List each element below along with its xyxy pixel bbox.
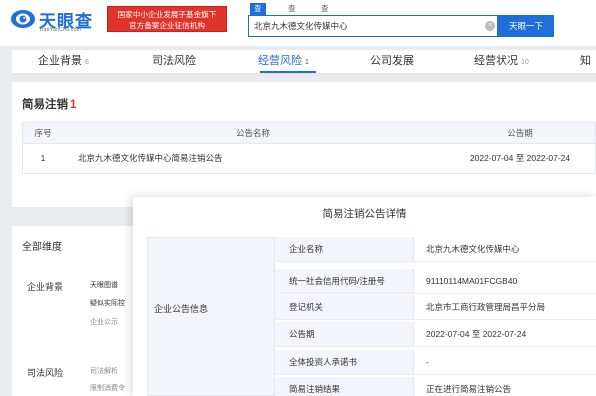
tab-label: 知 — [580, 55, 591, 67]
section-title-text: 简易注销 — [22, 99, 68, 111]
deregistration-detail-modal: 简易注销公告详情 企业公告信息 企业名称 北京九木德文化传媒中心 统一社会信用代… — [133, 197, 596, 396]
tab-company-background[interactable]: 企业背景 6 — [38, 50, 89, 74]
detail-row: 登记机关 北京市工商行政管理局昌平分局 — [274, 295, 596, 320]
detail-value: 2022-07-04 至 2022-07-24 — [426, 329, 527, 339]
all-dimensions-panel: 全部维度 企业背景 天眼图谱 疑似实际控 企业公示 司法风险 司法解析 限制消费… — [12, 226, 133, 396]
detail-row: 全体投资人承诺书 - — [274, 350, 596, 375]
eye-logo-icon — [11, 10, 35, 28]
simple-deregistration-section: 简易注销 1 序号 公告名称 公告期 1 北京九木德文化传媒中心简易注销公告 20… — [12, 82, 596, 207]
detail-row: 公告期 2022-07-04 至 2022-07-24 — [274, 322, 596, 347]
detail-key: 全体投资人承诺书 — [274, 350, 414, 374]
tab-label: 公司发展 — [370, 55, 414, 67]
tab-company-development[interactable]: 公司发展 — [370, 50, 414, 74]
cell-name[interactable]: 北京九木德文化传媒中心简易注销公告 — [78, 144, 438, 172]
tab-intellectual-property[interactable]: 知 — [580, 50, 591, 74]
search-tab-company[interactable]: 查公司 — [250, 3, 266, 37]
detail-value: 91110114MA01FCGB40 — [426, 276, 518, 286]
col-header-period: 公告期 — [507, 128, 533, 138]
dimension-company-background[interactable]: 企业背景 — [27, 280, 63, 293]
tab-count: 1 — [305, 59, 309, 66]
all-dimensions-title: 全部维度 — [22, 242, 62, 253]
detail-row: 企业名称 北京九木德文化传媒中心 — [274, 237, 596, 262]
logo-subtext: TianYanCha.com — [39, 27, 82, 33]
dimension-item[interactable]: 企业公示 — [90, 317, 118, 327]
badge-line-1: 国家中小企业发展子基金旗下 — [117, 10, 217, 19]
clear-icon[interactable]: × — [485, 21, 495, 31]
detail-key: 企业名称 — [274, 237, 414, 261]
tab-label: 司法风险 — [152, 55, 196, 67]
search-tab-relation[interactable]: 查关系 — [321, 3, 329, 37]
search-box: × — [248, 15, 498, 37]
dimension-item[interactable]: 疑似实际控 — [90, 298, 125, 308]
tab-label: 经营风险 — [258, 55, 302, 67]
official-badge: 国家中小企业发展子基金旗下 官方备案企业征信机构 — [107, 6, 227, 32]
top-header: 天眼查 TianYanCha.com 国家中小企业发展子基金旗下 官方备案企业征… — [0, 0, 596, 46]
cell-period: 2022-07-04 至 2022-07-24 — [469, 153, 571, 163]
tab-operating-status[interactable]: 经营状况 10 — [474, 50, 529, 74]
cell-index: 1 — [40, 153, 46, 163]
detail-value: 北京市工商行政管理局昌平分局 — [426, 302, 546, 312]
group-label-cell: 企业公告信息 — [147, 237, 275, 396]
detail-row: 统一社会信用代码/注册号 91110114MA01FCGB40 — [274, 269, 596, 294]
section-count: 1 — [70, 99, 77, 111]
tab-count: 6 — [85, 59, 89, 66]
detail-value: 正在进行简易注销公告 — [426, 384, 512, 394]
table-header: 序号 公告名称 公告期 — [22, 122, 596, 144]
detail-value: 北京九木德文化传媒中心 — [426, 244, 520, 254]
detail-row: 简易注销结果 正在进行简易注销公告 — [274, 377, 596, 396]
tab-label: 企业背景 — [38, 55, 82, 67]
dimension-judicial-risk[interactable]: 司法风险 — [27, 366, 63, 379]
search-button[interactable]: 天眼一下 — [498, 15, 554, 37]
tab-judicial-risk[interactable]: 司法风险 — [152, 50, 196, 74]
detail-key: 简易注销结果 — [274, 377, 414, 396]
table-row[interactable]: 1 北京九木德文化传媒中心简易注销公告 2022-07-04 至 2022-07… — [22, 144, 596, 174]
tab-count: 10 — [521, 59, 529, 66]
col-header-index: 序号 — [34, 128, 52, 138]
detail-key: 公告期 — [274, 322, 414, 346]
detail-key: 登记机关 — [274, 295, 414, 319]
detail-value: - — [426, 357, 429, 367]
group-label: 企业公告信息 — [154, 304, 209, 314]
dimension-item[interactable]: 司法解析 — [90, 366, 118, 376]
tab-label: 经营状况 — [474, 55, 518, 67]
detail-key: 统一社会信用代码/注册号 — [274, 269, 414, 293]
active-tab-indicator — [260, 71, 316, 73]
col-header-name: 公告名称 — [235, 128, 270, 138]
tianyancha-logo[interactable]: 天眼查 TianYanCha.com — [10, 6, 110, 36]
modal-title: 简易注销公告详情 — [322, 208, 407, 220]
search-tab-boss[interactable]: 查老板 — [288, 3, 296, 37]
dimension-tabs: 企业背景 6 司法风险 经营风险 1 公司发展 经营状况 10 知 — [12, 50, 596, 74]
dimension-item[interactable]: 天眼图谱 — [90, 280, 118, 290]
badge-line-2: 官方备案企业征信机构 — [129, 21, 205, 30]
section-title: 简易注销 1 — [22, 96, 76, 112]
search-input[interactable] — [254, 16, 479, 36]
dimension-item[interactable]: 限制消费令 — [90, 383, 125, 393]
